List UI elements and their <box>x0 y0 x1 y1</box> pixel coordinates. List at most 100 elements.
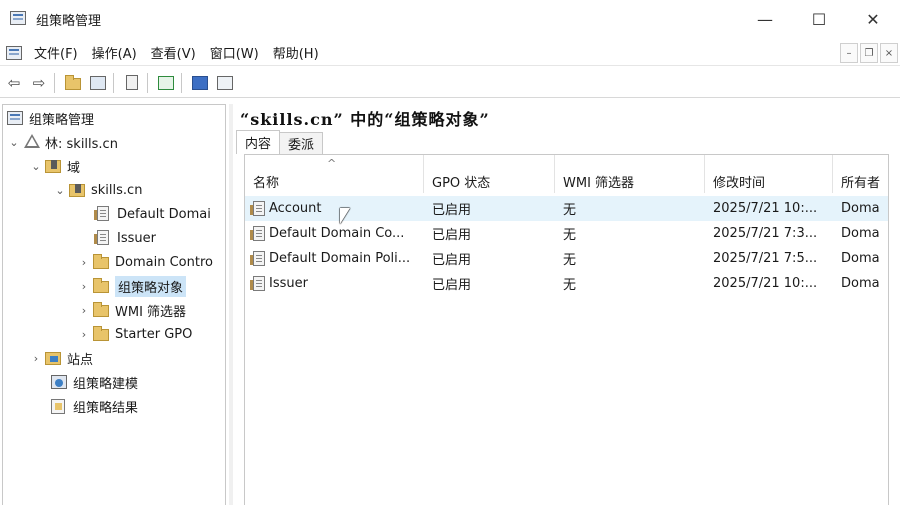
gpo-icon <box>250 200 265 217</box>
tree-item-label: 域 <box>67 160 81 176</box>
cell-wmi: 无 <box>563 203 577 218</box>
list-header: 名称 ^ GPO 状态 WMI 筛选器 修改时间 所有者 <box>245 155 888 193</box>
column-header-modified[interactable]: 修改时间 <box>705 155 833 193</box>
table-row[interactable]: Issuer 已启用 无 2025/7/21 10:... Doma <box>245 271 888 296</box>
gpo-list: 名称 ^ GPO 状态 WMI 筛选器 修改时间 所有者 Account 已启用… <box>244 154 889 505</box>
refresh-icon[interactable] <box>155 72 177 94</box>
gpo-icon <box>250 275 265 292</box>
menu-help[interactable]: 帮助(H) <box>271 43 321 62</box>
chevron-right-icon[interactable]: › <box>29 352 43 365</box>
tree-item-wmi-filters[interactable]: › WMI 筛选器 <box>77 299 186 321</box>
cell-owner: Doma <box>841 226 880 241</box>
close-button[interactable]: ✕ <box>846 0 900 38</box>
mdi-close-button[interactable]: × <box>880 43 898 63</box>
chevron-right-icon[interactable]: › <box>77 280 91 293</box>
tree-item-modeling[interactable]: 组策略建模 <box>49 371 138 393</box>
table-row[interactable]: Default Domain Co... 已启用 无 2025/7/21 7:3… <box>245 221 888 246</box>
sort-ascending-icon: ^ <box>327 157 337 170</box>
tree-item-starter-gpo[interactable]: › Starter GPO <box>77 323 192 345</box>
tree-item-domains[interactable]: ⌄ 域 <box>29 155 80 177</box>
menu-bar: 文件(F) 操作(A) 查看(V) 窗口(W) 帮助(H) – ❐ × <box>0 40 900 66</box>
tree-item-label: Default Domai <box>117 206 211 222</box>
results-icon <box>51 398 69 414</box>
cell-status: 已启用 <box>432 203 472 218</box>
properties-icon[interactable] <box>121 72 143 94</box>
tree-item-label: Domain Contro <box>115 254 213 270</box>
forest-icon <box>23 134 41 150</box>
chevron-right-icon[interactable]: › <box>77 256 91 269</box>
cell-status: 已启用 <box>432 228 472 243</box>
table-row[interactable]: Default Domain Poli... 已启用 无 2025/7/21 7… <box>245 246 888 271</box>
chevron-down-icon[interactable]: ⌄ <box>29 160 43 173</box>
cell-modified: 2025/7/21 10:... <box>713 201 818 216</box>
column-header-owner[interactable]: 所有者 <box>833 155 888 193</box>
chevron-down-icon[interactable]: ⌄ <box>7 136 21 149</box>
tree-item-sites[interactable]: › 站点 <box>29 347 93 369</box>
details-pane: “skills.cn” 中的“组策略对象” 内容 委派 名称 ^ GPO 状态 … <box>234 104 900 505</box>
tree-item-domain-controllers[interactable]: › Domain Contro <box>77 251 213 273</box>
minimize-button[interactable]: — <box>738 0 792 38</box>
column-header-label: 名称 <box>253 176 280 191</box>
tree-item-forest[interactable]: ⌄ 林: skills.cn <box>7 131 118 153</box>
cell-modified: 2025/7/21 7:5... <box>713 251 818 266</box>
domain-icon <box>69 182 87 198</box>
menu-action[interactable]: 操作(A) <box>90 43 139 62</box>
cell-name: Default Domain Poli... <box>245 250 424 267</box>
pane-splitter[interactable] <box>229 104 233 505</box>
show-action-pane-icon[interactable] <box>214 72 236 94</box>
window-title: 组策略管理 <box>36 13 102 29</box>
menu-file[interactable]: 文件(F) <box>32 43 80 62</box>
tab-delegation[interactable]: 委派 <box>279 132 324 154</box>
tree-item-label: WMI 筛选器 <box>115 304 187 320</box>
tree-item-label: skills.cn <box>91 182 143 198</box>
window-controls: — ☐ ✕ <box>738 0 900 38</box>
cell-name: Issuer <box>245 275 424 292</box>
tree-item-results[interactable]: 组策略结果 <box>49 395 138 417</box>
cell-name-text: Issuer <box>269 276 308 291</box>
column-header-name[interactable]: 名称 ^ <box>245 155 424 193</box>
tree-item-gpo-objects[interactable]: › 组策略对象 <box>77 275 187 297</box>
back-icon[interactable]: ⇦ <box>3 72 25 94</box>
system-menu-icon[interactable] <box>6 45 22 61</box>
show-hide-tree-icon[interactable] <box>87 72 109 94</box>
up-folder-icon[interactable] <box>62 72 84 94</box>
menu-view[interactable]: 查看(V) <box>149 43 198 62</box>
mdi-restore-button[interactable]: ❐ <box>860 43 878 63</box>
help-icon[interactable] <box>189 72 211 94</box>
wmi-folder-icon <box>93 302 111 318</box>
toolbar-separator <box>181 72 182 93</box>
chevron-right-icon[interactable]: › <box>77 328 91 341</box>
tree-item-label: 组策略对象 <box>115 275 187 297</box>
starter-gpo-folder-icon <box>93 326 111 342</box>
cell-name: Default Domain Co... <box>245 225 424 242</box>
tree-item-gpo-link[interactable]: Issuer <box>93 227 156 249</box>
menu-window[interactable]: 窗口(W) <box>208 43 261 62</box>
tree-item-label: Starter GPO <box>115 326 193 342</box>
maximize-button[interactable]: ☐ <box>792 0 846 38</box>
tree-item-domain[interactable]: ⌄ skills.cn <box>53 179 142 201</box>
tree-item-label: Issuer <box>117 230 156 246</box>
ou-folder-icon <box>93 254 111 270</box>
column-header-wmi[interactable]: WMI 筛选器 <box>555 155 705 193</box>
modeling-icon <box>51 374 69 390</box>
cell-name-text: Default Domain Co... <box>269 226 405 241</box>
tab-contents[interactable]: 内容 <box>236 130 281 154</box>
forward-icon[interactable]: ⇨ <box>28 72 50 94</box>
chevron-right-icon[interactable]: › <box>77 304 91 317</box>
tree-item-gpmc-root[interactable]: 组策略管理 <box>5 107 94 129</box>
toolbar-separator <box>147 72 148 93</box>
column-header-status[interactable]: GPO 状态 <box>424 155 555 193</box>
gpo-icon <box>250 225 265 242</box>
tree-item-gpo-link[interactable]: Default Domai <box>93 203 211 225</box>
console-tree: 组策略管理 ⌄ 林: skills.cn ⌄ 域 ⌄ skills.cn Def… <box>2 104 226 505</box>
chevron-down-icon[interactable]: ⌄ <box>53 184 67 197</box>
cell-owner: Doma <box>841 201 880 216</box>
mdi-minimize-button[interactable]: – <box>840 43 858 63</box>
domains-folder-icon <box>45 158 63 174</box>
tree-item-label: 站点 <box>67 352 94 368</box>
toolbar-separator <box>54 72 55 93</box>
gpo-link-icon <box>94 230 113 246</box>
cell-name: Account <box>245 200 424 217</box>
console-icon <box>7 110 25 126</box>
cell-modified: 2025/7/21 10:... <box>713 276 818 291</box>
